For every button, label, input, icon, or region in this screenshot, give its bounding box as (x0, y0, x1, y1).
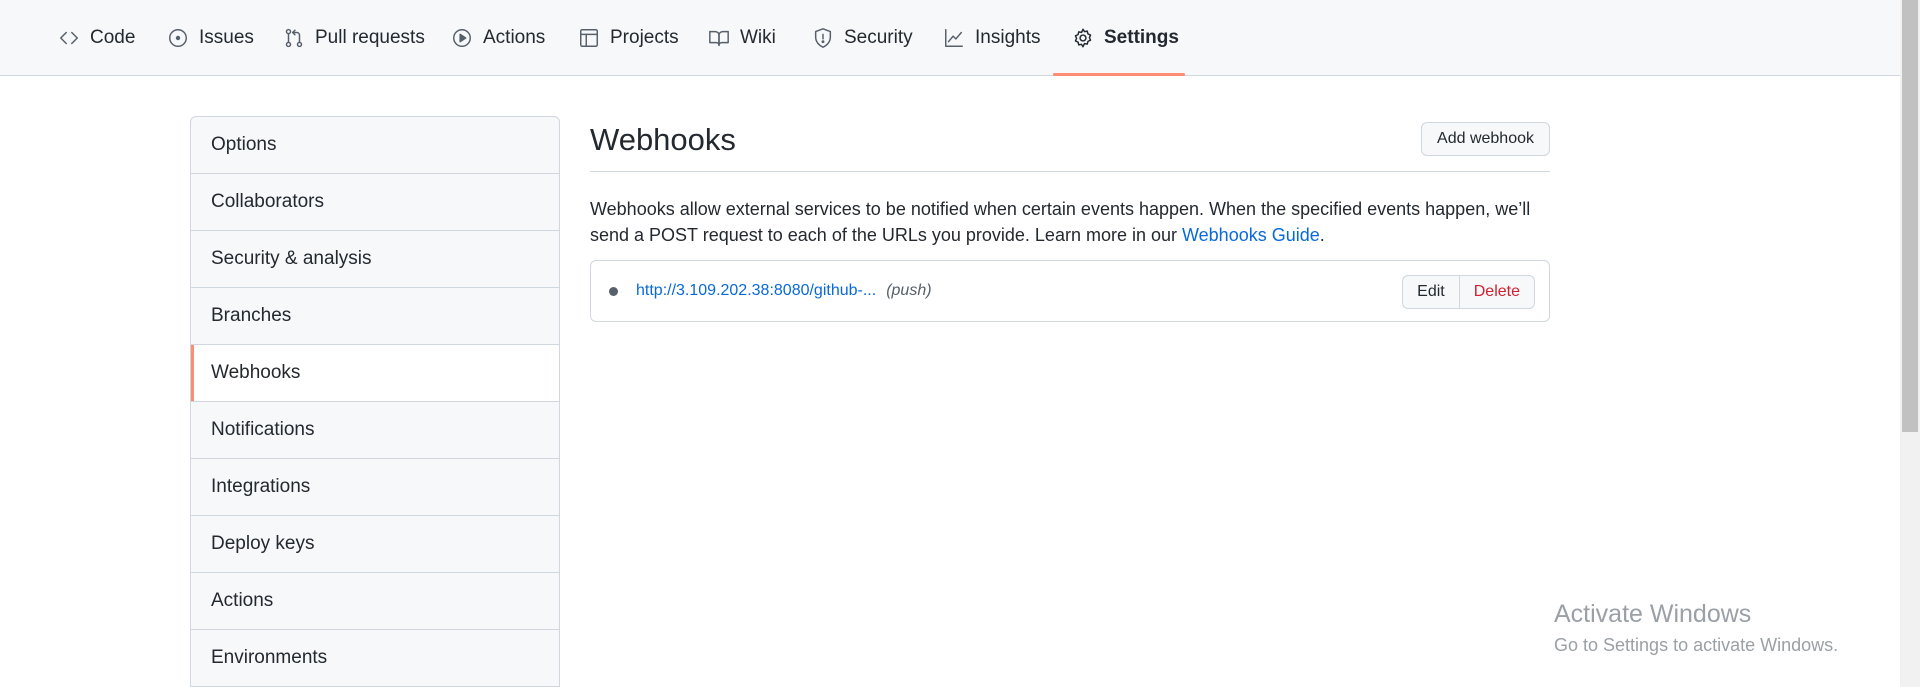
webhook-actions: Edit Delete (1402, 275, 1535, 309)
windows-activation-watermark: Activate Windows Go to Settings to activ… (1554, 600, 1838, 656)
webhooks-description: Webhooks allow external services to be n… (590, 196, 1540, 248)
tab-settings[interactable]: Settings (1072, 0, 1179, 76)
pull-request-icon (283, 27, 305, 49)
tab-label: Actions (483, 27, 546, 48)
tab-insights[interactable]: Insights (943, 0, 1040, 76)
sidebar-item-integrations[interactable]: Integrations (191, 459, 559, 516)
sidebar-item-security-analysis[interactable]: Security & analysis (191, 231, 559, 288)
sidebar-item-label: Integrations (211, 476, 311, 497)
webhooks-guide-link[interactable]: Webhooks Guide (1182, 225, 1320, 245)
sidebar-item-branches[interactable]: Branches (191, 288, 559, 345)
page-scrollbar[interactable] (1900, 0, 1920, 687)
add-webhook-button[interactable]: Add webhook (1421, 122, 1550, 156)
sidebar-item-notifications[interactable]: Notifications (191, 402, 559, 459)
tab-actions[interactable]: Actions (451, 0, 545, 76)
sidebar-item-actions[interactable]: Actions (191, 573, 559, 630)
delete-webhook-button[interactable]: Delete (1459, 275, 1535, 309)
active-tab-indicator (1053, 73, 1185, 76)
webhook-url-link[interactable]: http://3.109.202.38:8080/github-... (636, 282, 876, 300)
sidebar-item-label: Webhooks (211, 362, 301, 383)
webhook-list-item: http://3.109.202.38:8080/github-... (pus… (590, 260, 1550, 322)
status-dot-icon (609, 286, 618, 296)
tab-label: Wiki (740, 27, 776, 48)
tab-label: Projects (610, 27, 679, 48)
edit-webhook-button[interactable]: Edit (1402, 275, 1460, 309)
code-icon (58, 27, 80, 49)
sidebar-item-label: Notifications (211, 419, 315, 440)
sidebar-item-label: Deploy keys (211, 533, 315, 554)
graph-icon (943, 27, 965, 49)
tab-wiki[interactable]: Wiki (708, 0, 776, 76)
sidebar-item-label: Branches (211, 305, 292, 326)
scrollbar-thumb[interactable] (1902, 0, 1918, 432)
watermark-title: Activate Windows (1554, 600, 1752, 628)
sidebar-item-label: Security & analysis (211, 248, 372, 269)
shield-icon (812, 27, 834, 49)
webhook-events: (push) (886, 282, 932, 299)
sidebar-item-collaborators[interactable]: Collaborators (191, 174, 559, 231)
tab-label: Security (844, 27, 913, 48)
description-text: Webhooks allow external services to be n… (590, 199, 1531, 245)
gear-icon (1072, 27, 1094, 49)
tab-label: Settings (1104, 27, 1179, 48)
description-end: . (1319, 225, 1325, 245)
play-icon (451, 27, 473, 49)
tab-projects[interactable]: Projects (578, 0, 679, 76)
repo-nav: Code Issues Pull requests Actions Projec… (0, 0, 1900, 76)
tab-code[interactable]: Code (58, 0, 135, 76)
tab-issues[interactable]: Issues (167, 0, 254, 76)
tab-label: Issues (199, 27, 254, 48)
webhooks-panel: Webhooks Add webhook Webhooks allow exte… (590, 116, 1550, 322)
sidebar-item-webhooks[interactable]: Webhooks (191, 345, 559, 402)
page-header: Webhooks Add webhook (590, 116, 1550, 172)
sidebar-item-environments[interactable]: Environments (191, 630, 559, 687)
issue-icon (167, 27, 189, 49)
sidebar-item-label: Actions (211, 590, 274, 611)
tab-pull-requests[interactable]: Pull requests (283, 0, 425, 76)
tab-label: Code (90, 27, 136, 48)
sidebar-item-deploy-keys[interactable]: Deploy keys (191, 516, 559, 573)
tab-label: Pull requests (315, 27, 425, 48)
book-icon (708, 27, 730, 49)
tab-label: Insights (975, 27, 1041, 48)
settings-sidebar: Options Collaborators Security & analysi… (190, 116, 560, 687)
table-icon (578, 27, 600, 49)
sidebar-item-label: Collaborators (211, 191, 324, 212)
sidebar-item-label: Environments (211, 647, 328, 668)
sidebar-item-label: Options (211, 134, 277, 155)
sidebar-item-options[interactable]: Options (191, 117, 559, 174)
page-title: Webhooks (590, 122, 736, 157)
watermark-subtitle: Go to Settings to activate Windows. (1554, 635, 1839, 655)
tab-security[interactable]: Security (812, 0, 913, 76)
